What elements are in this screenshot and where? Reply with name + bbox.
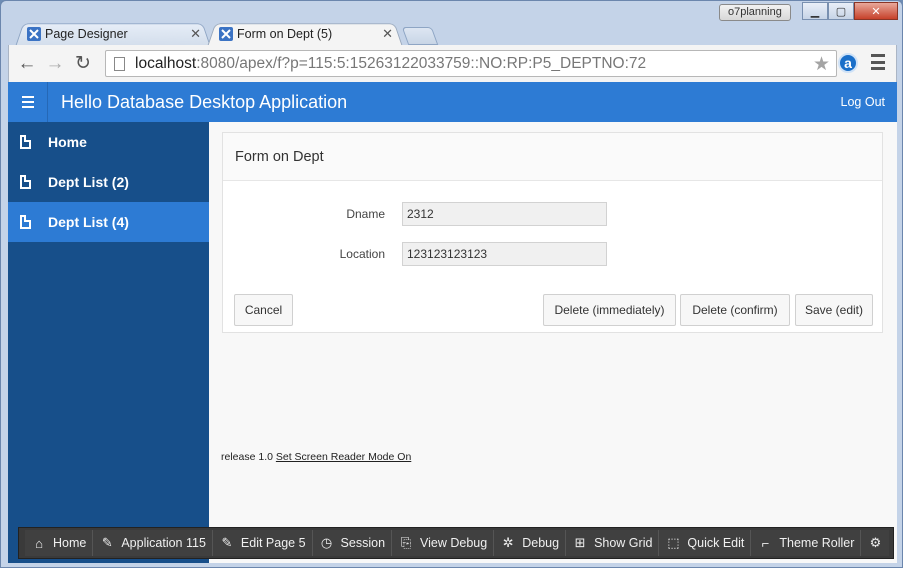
- close-window-icon[interactable]: ✕: [854, 2, 898, 20]
- apex-favicon-icon: [219, 27, 233, 41]
- sidebar-nav: Home Dept List (2) Dept List (4): [8, 122, 209, 563]
- screen-reader-mode-link[interactable]: Set Screen Reader Mode On: [276, 451, 411, 463]
- dev-item-label: Quick Edit: [687, 536, 745, 550]
- dev-view-debug-button[interactable]: ⎘ View Debug: [392, 530, 495, 556]
- delete-confirm-button[interactable]: Delete (confirm): [680, 294, 790, 326]
- dname-row: Dname: [223, 202, 882, 226]
- dev-item-label: Edit Page 5: [240, 536, 306, 550]
- dev-session-button[interactable]: ◷ Session: [312, 530, 393, 556]
- tab-title: Form on Dept (5): [237, 27, 333, 41]
- profile-badge[interactable]: o7planning: [719, 4, 791, 21]
- dev-settings-button[interactable]: ⚙: [861, 530, 890, 556]
- dev-item-label: Debug: [522, 536, 560, 550]
- dev-item-label: Show Grid: [594, 536, 653, 550]
- page-icon: [114, 56, 125, 71]
- edit-icon: ✎: [101, 535, 113, 550]
- delete-immediately-button[interactable]: Delete (immediately): [543, 294, 676, 326]
- window-controls: ▁ ▢ ✕: [802, 2, 898, 20]
- sidebar-item-label: Dept List (2): [48, 174, 129, 190]
- url-host: localhost: [135, 54, 197, 72]
- cancel-button[interactable]: Cancel: [234, 294, 293, 326]
- forward-arrow-icon[interactable]: →: [41, 53, 69, 75]
- dev-item-label: Home: [53, 536, 87, 550]
- release-text: release 1.0: [221, 451, 273, 463]
- dev-show-grid-button[interactable]: ⊞ Show Grid: [566, 530, 660, 556]
- grid-icon: ⊞: [574, 535, 586, 550]
- maximize-icon[interactable]: ▢: [828, 2, 854, 20]
- edit-icon: ✎: [221, 535, 233, 550]
- location-row: Location: [223, 242, 882, 266]
- browser-menu-icon[interactable]: [871, 54, 885, 70]
- sidebar-item-label: Home: [48, 134, 87, 150]
- reload-icon[interactable]: ↻: [69, 52, 97, 75]
- location-label: Location: [339, 247, 385, 261]
- location-input[interactable]: [402, 242, 607, 266]
- close-tab-icon[interactable]: ✕: [382, 26, 393, 42]
- document-icon: [20, 135, 31, 149]
- dev-edit-page-button[interactable]: ✎ Edit Page 5: [212, 530, 313, 556]
- tab-title: Page Designer: [45, 27, 128, 41]
- tab-form-on-dept[interactable]: Form on Dept (5) ✕: [207, 21, 403, 47]
- address-bar[interactable]: localhost:8080/apex/f?p=115:5:1526312203…: [105, 50, 837, 77]
- minimize-icon[interactable]: ▁: [802, 2, 828, 20]
- document-icon: [20, 215, 31, 229]
- app-header: Hello Database Desktop Application Log O…: [8, 82, 897, 122]
- dev-item-label: View Debug: [420, 536, 488, 550]
- paint-roller-icon: ⌐: [761, 535, 770, 551]
- dev-item-label: Application 115: [121, 536, 206, 550]
- bookmark-star-icon[interactable]: ★: [813, 53, 830, 76]
- back-arrow-icon[interactable]: ←: [13, 53, 41, 75]
- dev-debug-button[interactable]: ✲ Debug: [494, 530, 567, 556]
- dname-input[interactable]: [402, 202, 607, 226]
- sidebar-item-label: Dept List (4): [48, 214, 129, 230]
- sidebar-item-dept-list-4[interactable]: Dept List (4): [8, 202, 209, 242]
- clock-icon: ◷: [320, 535, 333, 550]
- dev-theme-roller-button[interactable]: ⌐ Theme Roller: [751, 530, 862, 556]
- region-title: Form on Dept: [223, 133, 882, 181]
- developer-toolbar: ⌂ Home ✎ Application 115 ✎ Edit Page 5 ◷…: [18, 527, 894, 559]
- sidebar-item-dept-list-2[interactable]: Dept List (2): [8, 162, 209, 202]
- close-tab-icon[interactable]: ✕: [190, 26, 201, 42]
- home-icon: ⌂: [35, 535, 43, 551]
- document-icon: [20, 175, 31, 189]
- apex-favicon-icon: [27, 27, 41, 41]
- view-debug-icon: ⎘: [400, 535, 412, 550]
- save-edit-button[interactable]: Save (edit): [795, 294, 873, 326]
- dname-label: Dname: [346, 207, 385, 221]
- tab-strip: Page Designer ✕ Form on Dept (5) ✕ o7pla…: [1, 1, 903, 47]
- logout-link[interactable]: Log Out: [841, 95, 885, 109]
- cursor-icon: ⬚: [667, 535, 680, 550]
- browser-toolbar: ← → ↻ localhost:8080/apex/f?p=115:5:1526…: [8, 45, 897, 82]
- dev-home-button[interactable]: ⌂ Home: [25, 530, 94, 556]
- extension-icon[interactable]: a: [838, 53, 858, 73]
- bug-icon: ✲: [502, 535, 514, 550]
- gear-icon: ⚙: [869, 535, 882, 550]
- tab-page-designer[interactable]: Page Designer ✕: [15, 21, 211, 47]
- page-footer: release 1.0 Set Screen Reader Mode On: [221, 451, 411, 463]
- dev-item-label: Theme Roller: [779, 536, 855, 550]
- app-title: Hello Database Desktop Application: [61, 92, 348, 112]
- dev-quick-edit-button[interactable]: ⬚ Quick Edit: [659, 530, 752, 556]
- browser-window: Page Designer ✕ Form on Dept (5) ✕ o7pla…: [0, 0, 903, 568]
- dev-application-button[interactable]: ✎ Application 115: [93, 530, 213, 556]
- form-region: Form on Dept Dname Location Cancel Delet…: [222, 132, 883, 333]
- hamburger-menu-icon[interactable]: [8, 82, 48, 122]
- new-tab-button[interactable]: [401, 27, 439, 45]
- url-path: :8080/apex/f?p=115:5:15263122033759::NO:…: [196, 54, 647, 72]
- sidebar-item-home[interactable]: Home: [8, 122, 209, 162]
- page-viewport: Hello Database Desktop Application Log O…: [8, 82, 897, 563]
- dev-item-label: Session: [340, 536, 386, 550]
